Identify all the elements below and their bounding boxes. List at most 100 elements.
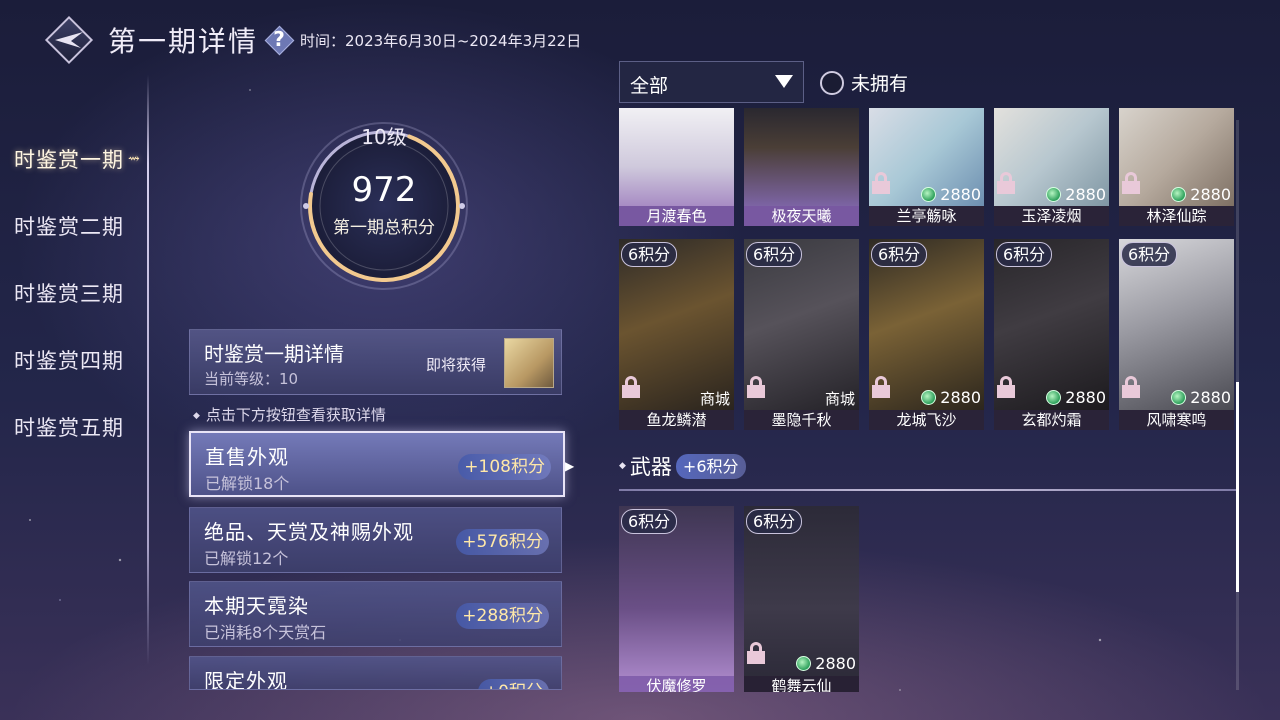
weapon-name: 伏魔修罗	[619, 676, 734, 692]
price-value: 2880	[1190, 185, 1231, 204]
appearance-card[interactable]: 6积分 2880 龙城飞沙	[869, 239, 984, 430]
price-value: 2880	[940, 185, 981, 204]
nav-item-period-4[interactable]: 时鉴赏四期	[14, 326, 141, 393]
total-score: 972	[351, 170, 417, 210]
source-label: 商城	[699, 390, 730, 408]
appearance-card[interactable]: 6积分 商城 鱼龙鳞潜	[619, 239, 734, 430]
jade-currency-icon	[796, 656, 812, 671]
period-nav: 时鉴赏一期 ⇝ 时鉴赏二期 时鉴赏三期 时鉴赏四期 时鉴赏五期	[14, 125, 141, 460]
category-subtitle: 已解锁18个	[205, 474, 290, 493]
appearance-grid: 月渡春色 极夜天曦 2880 兰亭觞咏 2880 玉泽凌烟 2880 林泽仙踪 …	[619, 108, 1244, 692]
jade-currency-icon	[921, 390, 937, 405]
appearance-name: 墨隐千秋	[744, 410, 859, 430]
section-title: 武器	[629, 455, 672, 479]
price-tag: 2880	[1046, 185, 1106, 204]
jade-currency-icon	[1171, 187, 1187, 202]
nav-item-period-3[interactable]: 时鉴赏三期	[14, 259, 141, 326]
category-points: +108积分	[458, 454, 551, 480]
appearance-name: 龙城飞沙	[869, 410, 984, 430]
active-arrow-icon: ⇝	[128, 150, 141, 167]
event-time-range: 时间：2023年6月30日~2024年3月22日	[300, 31, 582, 50]
back-arrow-icon	[55, 32, 83, 48]
selected-arrow-icon: ▶	[565, 459, 575, 473]
help-button[interactable]: ?	[264, 25, 295, 56]
back-button[interactable]	[44, 15, 94, 65]
lock-icon	[622, 376, 640, 398]
nav-item-label: 时鉴赏二期	[14, 214, 124, 239]
unowned-radio[interactable]	[820, 70, 844, 95]
bullet-icon: ◆	[193, 410, 200, 421]
appearance-card[interactable]: 6积分 2880 风啸寒鸣	[1119, 239, 1234, 430]
points-badge: 6积分	[1121, 242, 1178, 267]
filter-dropdown[interactable]: 全部	[619, 61, 804, 103]
lock-icon	[872, 376, 890, 398]
category-title: 直售外观	[205, 445, 289, 469]
help-icon-glyph: ?	[273, 27, 285, 51]
appearance-card[interactable]: 2880 兰亭觞咏	[869, 108, 984, 226]
appearance-card[interactable]: 6积分 商城 墨隐千秋	[744, 239, 859, 430]
lock-icon	[997, 172, 1015, 194]
category-dye[interactable]: 本期天霓染 已消耗8个天赏石 +288积分	[189, 581, 562, 647]
nav-item-label: 时鉴赏三期	[14, 281, 124, 306]
points-badge: 6积分	[746, 242, 803, 267]
points-badge: 6积分	[871, 242, 928, 267]
appearance-name: 月渡春色	[619, 206, 734, 226]
jade-currency-icon	[921, 187, 937, 202]
appearance-card[interactable]: 2880 玉泽凌烟	[994, 108, 1109, 226]
price-tag: 2880	[1046, 388, 1106, 407]
points-badge: 6积分	[746, 509, 803, 534]
appearance-card[interactable]: 2880 林泽仙踪	[1119, 108, 1234, 226]
appearance-card[interactable]: 极夜天曦	[744, 108, 859, 226]
price-value: 2880	[1065, 388, 1106, 407]
nav-item-label: 时鉴赏五期	[14, 415, 124, 440]
lock-icon	[872, 172, 890, 194]
level-label: 10级	[361, 125, 407, 149]
unowned-toggle[interactable]: 未拥有	[820, 69, 908, 96]
page-title: 第一期详情	[108, 25, 259, 58]
points-badge: 6积分	[621, 242, 678, 267]
header-bar: 第一期详情 ? 时间：2023年6月30日~2024年3月22日	[44, 14, 581, 66]
appearance-name: 风啸寒鸣	[1119, 410, 1234, 430]
nav-item-period-2[interactable]: 时鉴赏二期	[14, 192, 141, 259]
category-subtitle: 已消耗8个天赏石	[204, 623, 327, 642]
nav-item-label: 时鉴赏一期	[14, 147, 124, 172]
category-limited[interactable]: 限定外观 +0积分	[189, 656, 562, 690]
upcoming-reward-label: 即将获得	[426, 356, 487, 374]
lock-icon	[1122, 376, 1140, 398]
weapon-card[interactable]: 6积分 伏魔修罗	[619, 506, 734, 692]
detail-title: 时鉴赏一期详情	[204, 342, 344, 366]
unowned-label: 未拥有	[851, 73, 909, 95]
nav-item-label: 时鉴赏四期	[14, 348, 124, 373]
jade-currency-icon	[1171, 390, 1187, 405]
filter-selected: 全部	[630, 75, 669, 97]
period-detail-card[interactable]: 时鉴赏一期详情 当前等级：10 即将获得	[189, 329, 562, 395]
jade-currency-icon	[1046, 187, 1062, 202]
appearance-name: 极夜天曦	[744, 206, 859, 226]
appearance-name: 兰亭觞咏	[869, 206, 984, 226]
weapon-card[interactable]: 6积分 2880 鹤舞云仙	[744, 506, 859, 692]
appearance-card[interactable]: 月渡春色	[619, 108, 734, 226]
appearance-name: 玉泽凌烟	[994, 206, 1109, 226]
scrollbar-thumb[interactable]	[1236, 382, 1239, 592]
appearance-card[interactable]: 6积分 2880 玄都灼霜	[994, 239, 1109, 430]
price-value: 2880	[940, 388, 981, 407]
nav-item-period-1[interactable]: 时鉴赏一期 ⇝	[14, 125, 141, 192]
price-tag: 2880	[796, 654, 856, 673]
category-title: 绝品、天赏及神赐外观	[204, 520, 414, 544]
category-premium[interactable]: 绝品、天赏及神赐外观 已解锁12个 +576积分	[189, 507, 562, 573]
category-direct-sale[interactable]: 直售外观 已解锁18个 +108积分	[189, 431, 565, 497]
price-tag: 2880	[921, 185, 981, 204]
category-subtitle: 已解锁12个	[204, 549, 289, 568]
category-points: +0积分	[477, 679, 549, 689]
section-divider	[619, 489, 1239, 491]
reward-item-icon[interactable]	[504, 338, 554, 388]
price-value: 2880	[1190, 388, 1231, 407]
lock-icon	[747, 376, 765, 398]
total-score-label: 第一期总积分	[333, 218, 435, 238]
points-badge: 6积分	[621, 509, 678, 534]
nav-item-period-5[interactable]: 时鉴赏五期	[14, 393, 141, 460]
appearance-name: 鱼龙鳞潜	[619, 410, 734, 430]
price-tag: 2880	[921, 388, 981, 407]
nav-divider-line	[147, 75, 149, 665]
category-title: 限定外观	[204, 669, 288, 690]
